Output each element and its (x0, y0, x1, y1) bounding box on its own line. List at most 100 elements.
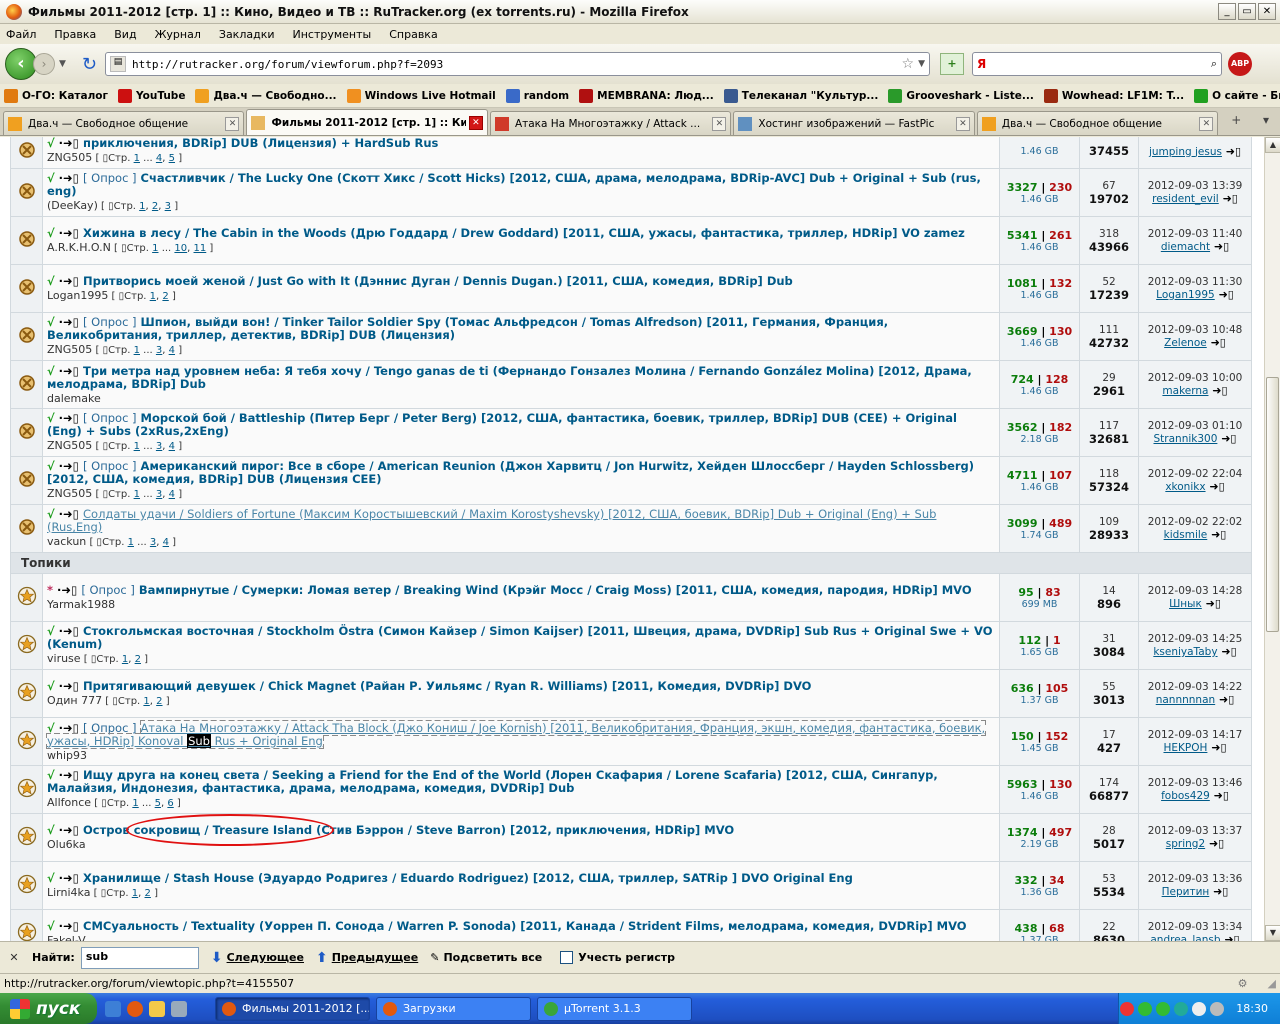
taskbar-task[interactable]: Фильмы 2011-2012 [... (215, 996, 370, 1021)
topic-link[interactable]: Вампирнутые / Сумерки: Ломая ветер / Bre… (139, 583, 972, 597)
bookmark-item[interactable]: Телеканал "Культур... (723, 88, 878, 103)
forward-button[interactable]: › (33, 53, 55, 75)
goto-last-post-icon[interactable]: ➜▯ (1210, 240, 1229, 253)
last-post-user[interactable]: Strannik300 (1154, 433, 1218, 445)
close-window-button[interactable]: ✕ (1258, 3, 1276, 20)
bookmark-star-icon[interactable]: ☆ (902, 56, 915, 72)
desktop-icon[interactable] (171, 1000, 187, 1017)
author-name[interactable]: Logan1995 (47, 289, 108, 302)
page-link[interactable]: 2 (152, 201, 158, 212)
author-name[interactable]: viruse (47, 652, 81, 665)
author-name[interactable]: (DeeKay) (47, 199, 98, 212)
bookmark-item[interactable]: Windows Live Hotmail (346, 88, 496, 103)
author-name[interactable]: whip93 (47, 749, 87, 762)
tray-icon-6[interactable] (1210, 1001, 1225, 1016)
add-bookmark-icon[interactable]: + (940, 53, 965, 75)
tab-close-icon[interactable]: ✕ (225, 116, 240, 131)
topic-link[interactable]: Три метра над уровнем неба: Я тебя хочу … (47, 364, 972, 391)
bookmark-item[interactable]: О-ГО: Каталог (4, 88, 108, 103)
goto-last-post-icon[interactable]: ➜▯ (1222, 145, 1241, 158)
last-post-user[interactable]: jumping jesus (1149, 146, 1222, 158)
page-link[interactable]: 11 (194, 243, 207, 254)
tab-close-icon[interactable]: ✕ (468, 115, 483, 130)
tab-close-icon[interactable]: ✕ (712, 116, 727, 131)
scroll-up-icon[interactable]: ▲ (1265, 137, 1280, 153)
topic-link[interactable]: Атака На Многоэтажку / Attack Tha Block … (45, 719, 987, 749)
page-link[interactable]: 5 (169, 153, 175, 164)
goto-last-post-icon[interactable]: ➜▯ (1219, 192, 1238, 205)
history-dropdown-icon[interactable]: ▼ (59, 59, 66, 69)
last-post-user[interactable]: diemacht (1161, 241, 1210, 253)
goto-last-post-icon[interactable]: ➜▯ (1215, 288, 1234, 301)
tray-icon-5[interactable] (1192, 1001, 1207, 1016)
page-link[interactable]: 6 (167, 798, 173, 809)
page-link[interactable]: 1 (152, 243, 158, 254)
page-link[interactable]: 1 (132, 798, 138, 809)
page-link[interactable]: 4 (169, 345, 175, 356)
taskbar-task[interactable]: Загрузки (376, 996, 531, 1021)
goto-last-post-icon[interactable]: ➜▯ (1218, 645, 1236, 658)
goto-last-post-icon[interactable]: ➜▯ (1208, 384, 1227, 397)
bookmark-item[interactable]: YouTube (117, 88, 185, 103)
url-dropdown-icon[interactable]: ▼ (918, 59, 925, 69)
tab-close-icon[interactable]: ✕ (1199, 116, 1214, 131)
ie-icon[interactable] (105, 1000, 121, 1017)
author-name[interactable]: ZNG505 (47, 439, 92, 452)
last-post-user[interactable]: spring2 (1166, 838, 1205, 850)
find-input[interactable]: sub (80, 946, 199, 969)
page-link[interactable]: 1 (128, 537, 134, 548)
page-link[interactable]: 5 (155, 798, 161, 809)
bookmark-item[interactable]: Grooveshark - Liste... (888, 88, 1034, 103)
last-post-user[interactable]: nannnnnan (1156, 694, 1215, 706)
search-magnifier-icon[interactable]: ⌕ (1211, 57, 1217, 71)
goto-last-post-icon[interactable]: ➜▯ (1207, 741, 1226, 754)
page-link[interactable]: 3 (150, 537, 156, 548)
topic-link[interactable]: Морской бой / Battleship (Питер Берг / P… (47, 411, 957, 438)
author-name[interactable]: Один 777 (47, 694, 102, 707)
find-close-icon[interactable]: ✕ (6, 951, 22, 964)
reload-icon[interactable]: ↻ (82, 54, 97, 75)
last-post-user[interactable]: kidsmile (1164, 529, 1208, 541)
page-link[interactable]: 3 (165, 201, 171, 212)
goto-last-post-icon[interactable]: ➜▯ (1207, 336, 1226, 349)
last-post-user[interactable]: resident_evil (1152, 193, 1219, 205)
author-name[interactable]: vackun (47, 535, 86, 548)
tab-5[interactable]: Два.ч — Свободное общение ✕ (976, 111, 1219, 135)
page-link[interactable]: 4 (169, 441, 175, 452)
search-box[interactable]: Я ⌕ (972, 52, 1223, 76)
page-link[interactable]: 3 (156, 345, 162, 356)
bookmark-item[interactable]: Два.ч — Свободно... (195, 88, 337, 103)
topic-link[interactable]: Солдаты удачи / Soldiers of Fortune (Мак… (47, 507, 936, 534)
page-link[interactable]: 3 (156, 489, 162, 500)
page-link[interactable]: 1 (132, 888, 138, 899)
page-link[interactable]: 1 (134, 489, 140, 500)
bookmark-item[interactable]: Wowhead: LF1M: T... (1043, 88, 1184, 103)
topic-link[interactable]: Хранилище / Stash House (Эдуардо Родриге… (83, 871, 853, 885)
page-link[interactable]: 4 (163, 537, 169, 548)
last-post-user[interactable]: fobos429 (1161, 790, 1210, 802)
adblock-icon[interactable]: ABP (1228, 52, 1253, 76)
goto-last-post-icon[interactable]: ➜▯ (1210, 789, 1229, 802)
site-identity-icon[interactable]: ▤ (110, 56, 127, 72)
minimize-button[interactable]: _ (1218, 3, 1236, 20)
folder-icon[interactable] (149, 1000, 165, 1017)
page-link[interactable]: 1 (134, 441, 140, 452)
topic-link[interactable]: Притворись моей женой / Just Go with It … (83, 274, 793, 288)
author-name[interactable]: A.R.K.H.O.N (47, 241, 111, 254)
page-link[interactable]: 4 (169, 489, 175, 500)
topic-link[interactable]: Хижина в лесу / The Cabin in the Woods (… (83, 226, 965, 240)
goto-last-post-icon[interactable]: ➜▯ (1206, 480, 1224, 493)
author-name[interactable]: Allfonce (47, 796, 91, 809)
page-link[interactable]: 10 (174, 243, 187, 254)
scroll-down-icon[interactable]: ▼ (1265, 925, 1280, 941)
topic-link[interactable]: Счастливчик / The Lucky One (Скотт Хикс … (47, 171, 981, 198)
start-button[interactable]: пуск (0, 993, 97, 1024)
topic-link[interactable]: Притягивающий девушек / Chick Magnet (Ра… (83, 679, 811, 693)
author-name[interactable]: Fakel-V (47, 934, 86, 941)
page-link[interactable]: 1 (150, 291, 156, 302)
tab-3[interactable]: Атака На Многоэтажку / Attack ... ✕ (489, 111, 732, 135)
page-link[interactable]: 3 (156, 441, 162, 452)
author-name[interactable]: Yarmak1988 (47, 598, 115, 611)
goto-last-post-icon[interactable]: ➜▯ (1221, 933, 1239, 941)
page-link[interactable]: 1 (139, 201, 145, 212)
